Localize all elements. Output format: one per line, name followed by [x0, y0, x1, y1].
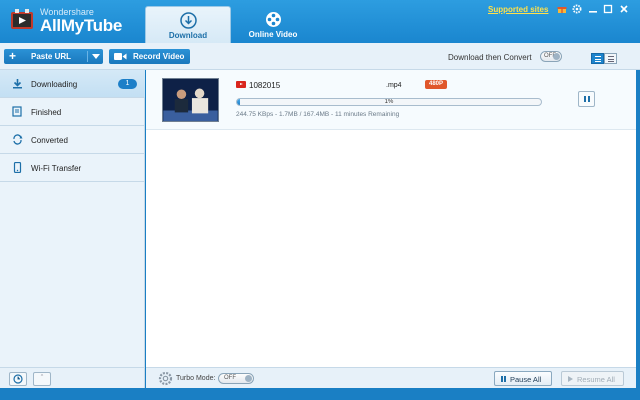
- minimize-icon[interactable]: [588, 4, 598, 14]
- tab-online-video[interactable]: Online Video: [230, 6, 316, 43]
- sidebar-item-label: Wi-Fi Transfer: [31, 164, 82, 173]
- download-then-convert-label: Download then Convert: [448, 53, 532, 62]
- tab-online-video-label: Online Video: [248, 30, 298, 39]
- video-format: .mp4: [386, 82, 402, 89]
- tab-download[interactable]: Download: [145, 6, 231, 43]
- film-reel-icon: [265, 12, 281, 27]
- detail-view-icon[interactable]: [604, 53, 617, 64]
- download-then-convert-toggle[interactable]: OFF: [540, 51, 562, 62]
- pause-all-button[interactable]: Pause All: [494, 371, 552, 386]
- toggle-knob: [553, 53, 560, 60]
- double-chevron-up-icon: ˆ: [40, 375, 44, 382]
- app-name: AllMyTube: [40, 16, 122, 35]
- schedule-button[interactable]: [9, 372, 27, 386]
- footer-bar: Turbo Mode: OFF Pause All Resume All: [146, 367, 636, 388]
- finished-list-icon: [12, 106, 22, 117]
- turbo-gear-icon: [158, 371, 173, 386]
- plus-icon: +: [9, 49, 17, 63]
- video-title: 1082015: [249, 81, 281, 90]
- pause-all-label: Pause All: [510, 375, 542, 384]
- turbo-mode-label: Turbo Mode:: [176, 375, 216, 382]
- resume-all-label: Resume All: [577, 375, 615, 384]
- toggle-knob: [245, 375, 252, 382]
- paste-url-button[interactable]: + Paste URL: [4, 49, 103, 64]
- gear-icon[interactable]: [572, 4, 582, 14]
- pause-button[interactable]: [578, 91, 595, 107]
- resolution-badge: 480P: [425, 80, 447, 89]
- sidebar-item-finished[interactable]: Finished: [0, 98, 145, 126]
- window-bottom-edge: [0, 388, 640, 400]
- maximize-icon[interactable]: [603, 4, 613, 14]
- download-icon: [13, 79, 22, 89]
- list-view-icon[interactable]: [591, 53, 604, 64]
- camera-icon: [114, 53, 127, 60]
- sidebar-item-downloading[interactable]: Downloading 1: [0, 70, 145, 98]
- download-circle-icon: [179, 12, 197, 29]
- sidebar-item-label: Downloading: [31, 80, 78, 89]
- sidebar-bottom-bar: ˆ: [0, 367, 145, 388]
- converted-icon: [13, 134, 23, 145]
- list-item[interactable]: 1082015 .mp4 480P 1% 244.75 KBps - 1.7MB…: [146, 70, 636, 130]
- record-video-button[interactable]: Record Video: [109, 49, 190, 64]
- clock-icon: [13, 374, 23, 384]
- pause-icon: [501, 376, 506, 382]
- download-progress-bar: 1%: [236, 98, 542, 106]
- phone-icon: [13, 162, 22, 173]
- youtube-icon: [236, 81, 246, 88]
- supported-sites-link[interactable]: Supported sites: [488, 5, 548, 14]
- chevron-down-icon[interactable]: [92, 54, 100, 59]
- sidebar-item-converted[interactable]: Converted: [0, 126, 145, 154]
- sidebar-item-wifi-transfer[interactable]: Wi-Fi Transfer: [0, 154, 145, 182]
- paste-url-label: Paste URL: [31, 52, 72, 61]
- collapse-button[interactable]: ˆ: [33, 372, 51, 386]
- close-icon[interactable]: [619, 4, 629, 14]
- resume-all-button[interactable]: Resume All: [561, 371, 624, 386]
- sidebar: Downloading 1 Finished Converted Wi-Fi T…: [0, 70, 145, 370]
- app-logo-icon: [11, 9, 33, 29]
- video-thumbnail: [162, 78, 219, 122]
- record-video-label: Record Video: [133, 52, 185, 61]
- turbo-mode-toggle[interactable]: OFF: [218, 373, 254, 384]
- sidebar-item-label: Converted: [31, 136, 68, 145]
- download-list: 1082015 .mp4 480P 1% 244.75 KBps - 1.7MB…: [146, 70, 636, 367]
- gift-icon[interactable]: [557, 4, 567, 14]
- turbo-mode-state: OFF: [224, 375, 236, 381]
- toolbar: + Paste URL Record Video Download then C…: [0, 43, 640, 70]
- sidebar-item-label: Finished: [31, 108, 62, 117]
- tab-download-label: Download: [168, 31, 208, 40]
- progress-percent: 1%: [384, 99, 394, 105]
- download-stats: 244.75 KBps - 1.7MB / 167.4MB - 11 minut…: [236, 111, 400, 118]
- downloading-count-badge: 1: [118, 79, 137, 89]
- title-bar: Wondershare AllMyTube Download Online Vi…: [0, 0, 640, 43]
- button-divider: [87, 51, 88, 62]
- play-icon: [568, 376, 573, 382]
